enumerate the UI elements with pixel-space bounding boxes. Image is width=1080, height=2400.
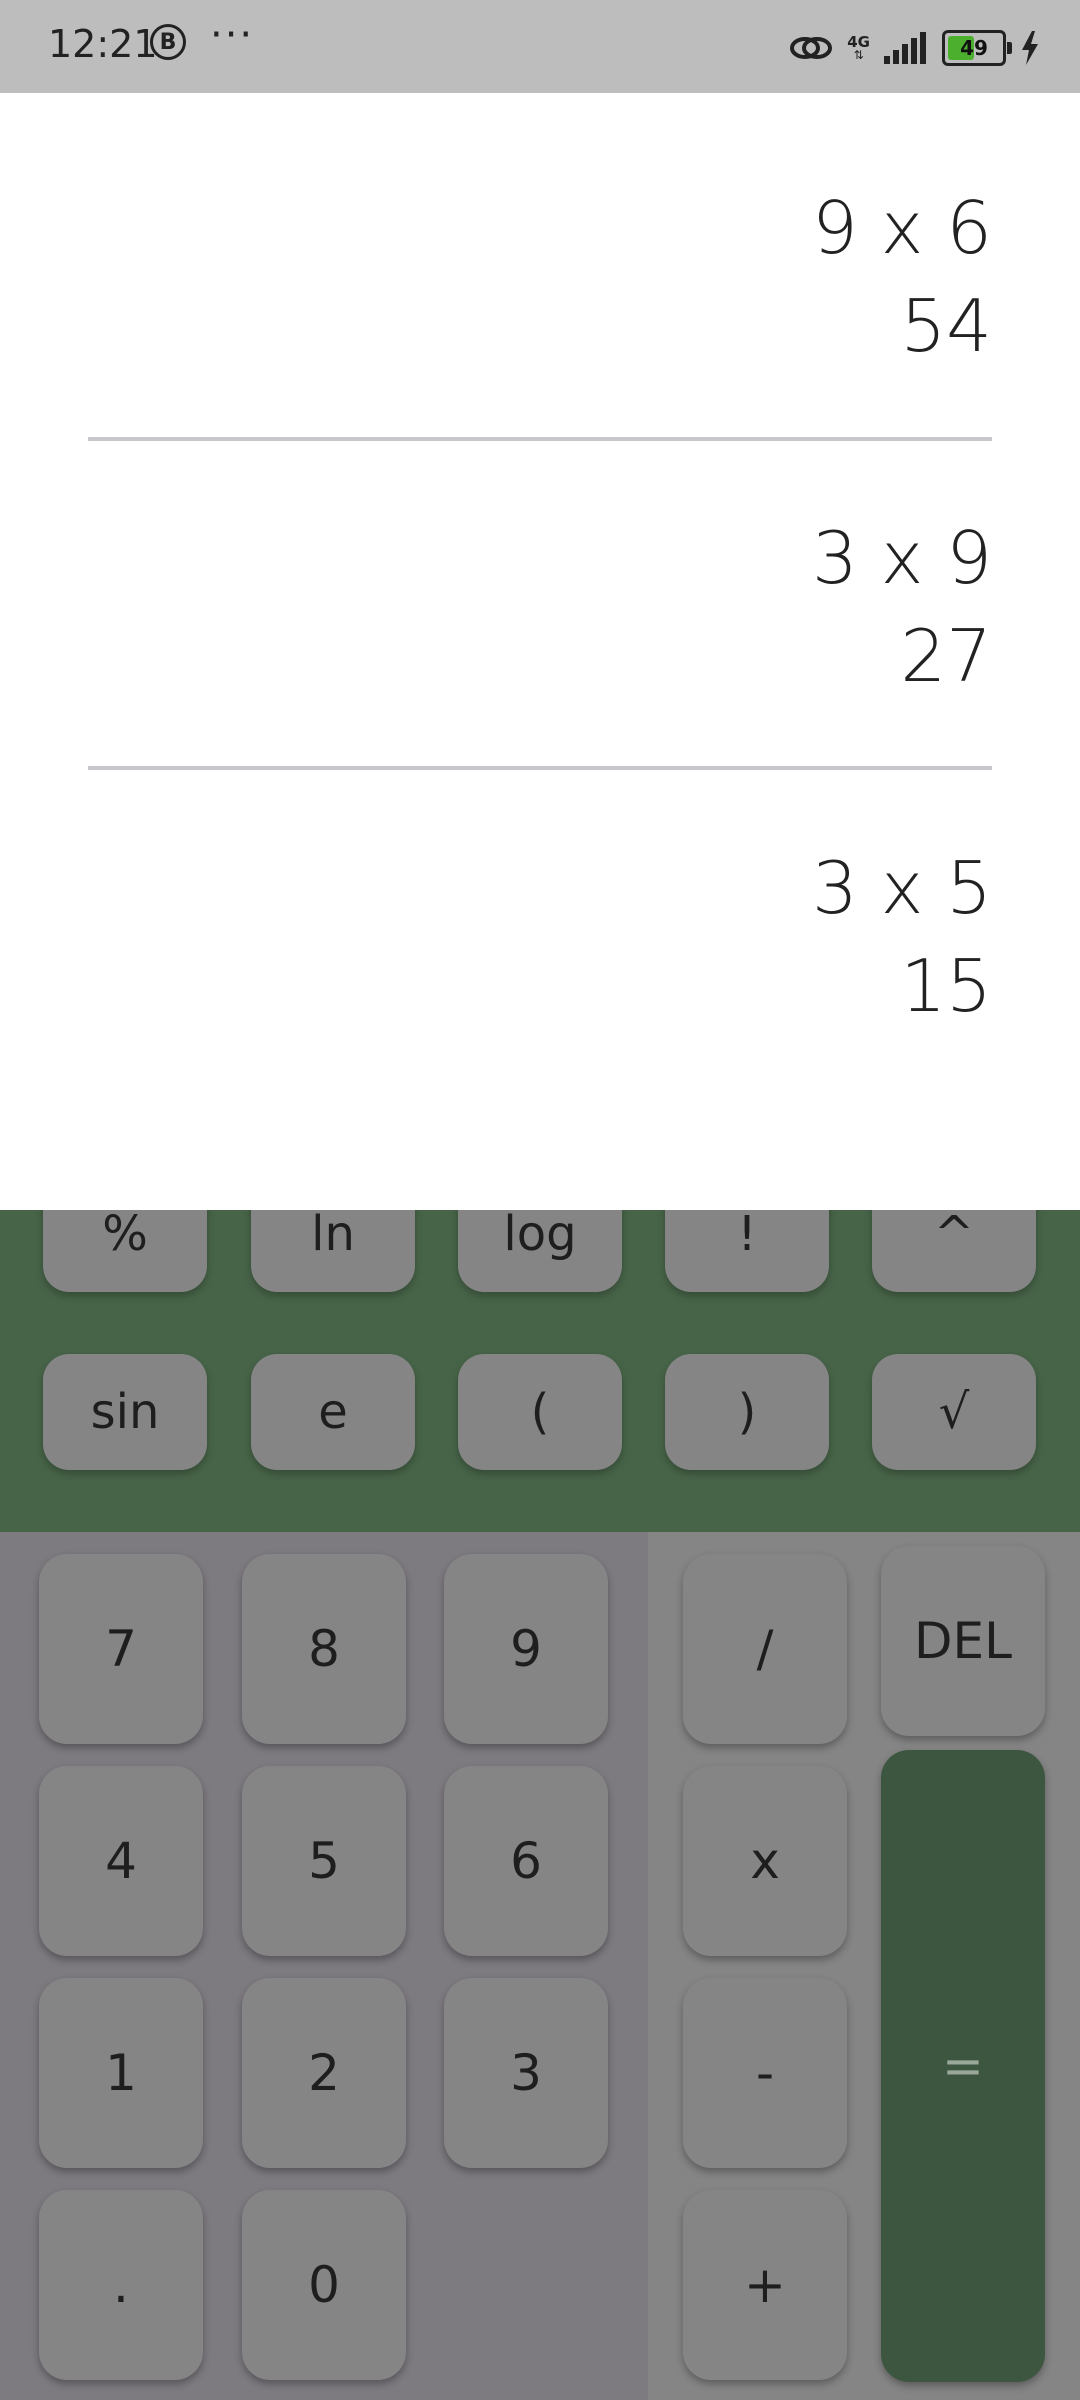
e-key[interactable]: e [251,1354,415,1470]
delete-key[interactable]: DEL [881,1546,1045,1736]
more-notifications-icon: ··· [210,12,255,58]
status-time: 12:21 [48,22,158,66]
key-6[interactable]: 6 [444,1766,608,1956]
key-decimal[interactable]: . [39,2190,203,2380]
open-paren-key[interactable]: ( [458,1354,622,1470]
battery-level: 49 [960,36,988,60]
history-result: 27 [900,614,992,698]
history-divider [88,766,992,770]
key-0[interactable]: 0 [242,2190,406,2380]
history-expression: 3 x 9 [812,516,992,600]
plus-key[interactable]: + [683,2190,847,2380]
key-8[interactable]: 8 [242,1554,406,1744]
sqrt-key[interactable]: √ [872,1354,1036,1470]
sin-key[interactable]: sin [43,1354,207,1470]
key-5[interactable]: 5 [242,1766,406,1956]
calculation-history[interactable]: 9 x 6 54 3 x 9 27 3 x 5 15 [0,93,1080,1210]
power-key[interactable]: ^ [872,1210,1036,1292]
multiply-key[interactable]: x [683,1766,847,1956]
factorial-key[interactable]: ! [665,1210,829,1292]
key-4[interactable]: 4 [39,1766,203,1956]
history-entry[interactable]: 3 x 5 15 [812,839,992,1035]
signal-icon [884,32,926,64]
history-expression: 3 x 5 [812,846,992,930]
history-result: 15 [900,944,992,1028]
percent-key[interactable]: % [43,1210,207,1292]
log-key[interactable]: log [458,1210,622,1292]
link-icon [790,37,833,59]
network-type: 4G ⇅ [847,33,870,62]
history-entry[interactable]: 9 x 6 54 [812,179,992,375]
key-9[interactable]: 9 [444,1554,608,1744]
status-bar: 12:21 B ··· 4G ⇅ 49 [0,0,1080,93]
scientific-panel: % ln log ! ^ sin e ( ) √ [0,1210,1080,1532]
keypad: 7 8 9 4 5 6 1 2 3 . 0 / DEL x - + = [0,1532,1080,2400]
ln-key[interactable]: ln [251,1210,415,1292]
history-entry[interactable]: 3 x 9 27 [812,509,992,705]
b-notification-icon: B [150,24,186,60]
battery-icon: 49 [942,30,1012,66]
key-3[interactable]: 3 [444,1978,608,2168]
minus-key[interactable]: - [683,1978,847,2168]
history-result: 54 [900,284,992,368]
network-label: 4G [847,33,870,51]
key-2[interactable]: 2 [242,1978,406,2168]
history-divider [88,437,992,441]
status-icons: 4G ⇅ 49 [789,28,1040,68]
divide-key[interactable]: / [683,1554,847,1744]
key-1[interactable]: 1 [39,1978,203,2168]
key-7[interactable]: 7 [39,1554,203,1744]
history-expression: 9 x 6 [812,186,992,270]
close-paren-key[interactable]: ) [665,1354,829,1470]
equals-key[interactable]: = [881,1750,1045,2382]
charging-icon [1022,31,1038,65]
data-arrows-icon: ⇅ [853,48,864,62]
